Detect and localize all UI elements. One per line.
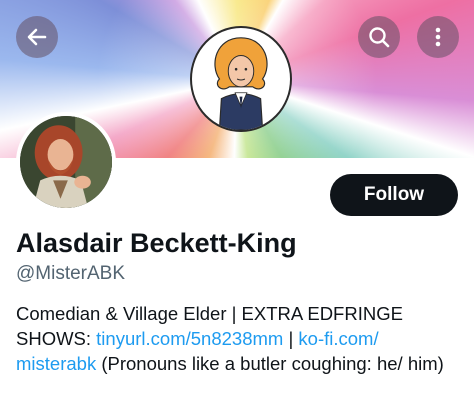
avatar-photo: [20, 116, 112, 208]
bio-link-tinyurl[interactable]: tinyurl.com/5n8238mm: [96, 328, 283, 349]
profile-avatar[interactable]: [16, 112, 116, 212]
profile-handle: @MisterABK: [16, 263, 126, 284]
search-button[interactable]: [358, 16, 400, 58]
cartoon-person-illustration: [214, 37, 268, 130]
search-icon: [369, 27, 390, 48]
arrow-left-icon: [27, 28, 47, 46]
profile-bio: Comedian & Village Elder | EXTRA EDFRING…: [16, 301, 460, 376]
more-options-button[interactable]: [417, 16, 459, 58]
back-button[interactable]: [16, 16, 58, 58]
bio-separator: |: [283, 328, 299, 349]
banner-portrait-illustration: [190, 26, 292, 132]
more-vertical-icon: [435, 27, 441, 47]
follow-button[interactable]: Follow: [330, 174, 458, 216]
bio-pronouns-text: (Pronouns like a butler coughing: he/ hi…: [96, 353, 444, 374]
profile-display-name: Alasdair Beckett-King: [16, 228, 297, 258]
